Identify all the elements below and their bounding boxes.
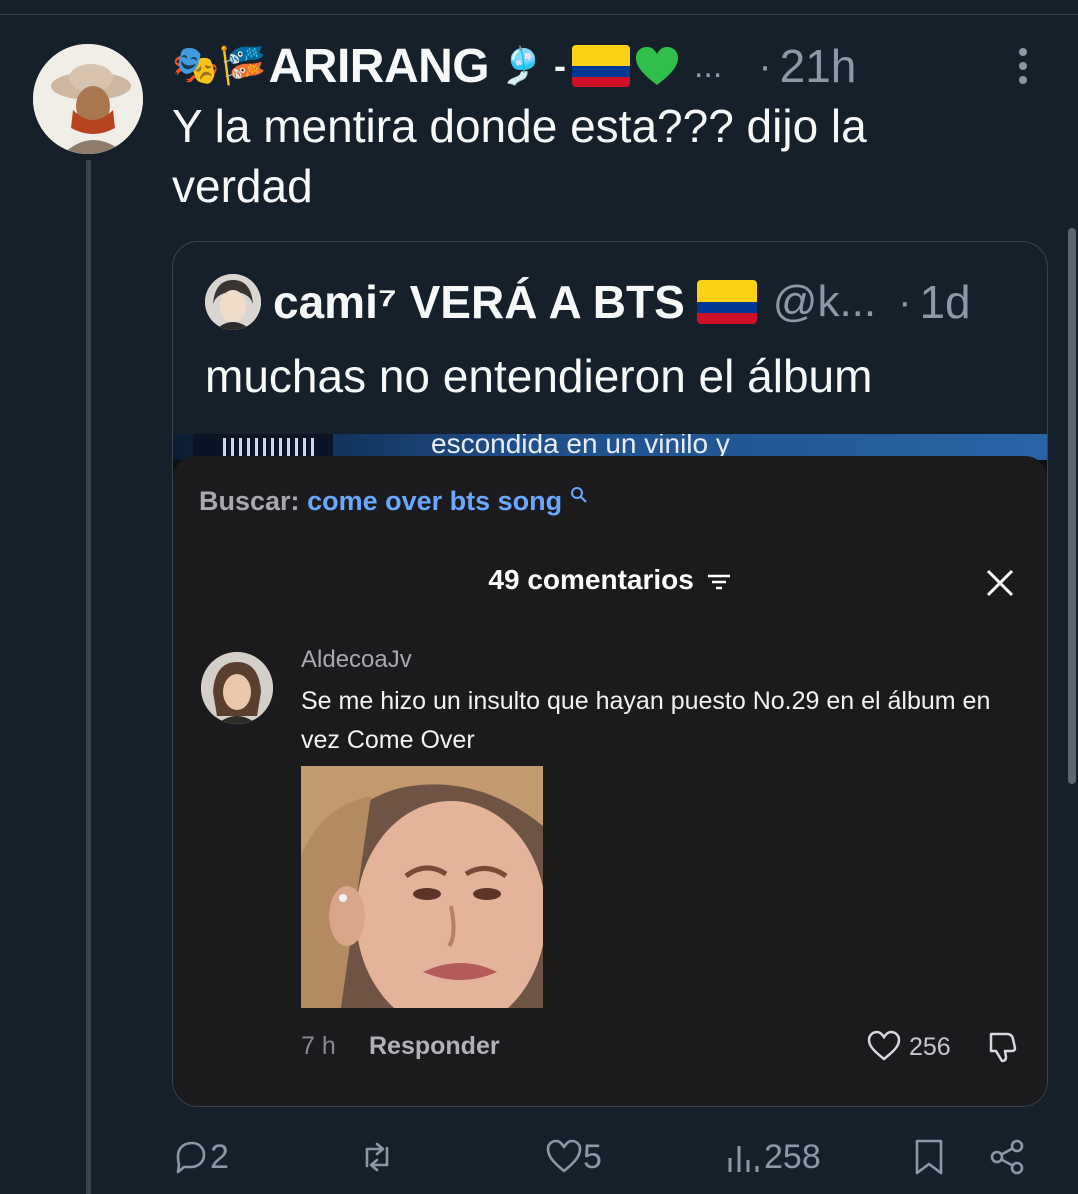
quoted-tweet-text: muchas no entendieron el álbum	[205, 350, 873, 402]
like-button[interactable]: 5	[545, 1130, 602, 1184]
search-suggestion: Buscar: come over bts song	[199, 486, 588, 517]
more-options-icon[interactable]	[1012, 46, 1034, 86]
comment-username: AldecoaJv	[301, 646, 412, 673]
quoted-tweet-card[interactable]: cami⁷ VERÁ A BTS @k... · 1d muchas no en…	[172, 241, 1048, 1107]
comment-text: Se me hizo un insulto que hayan puesto N…	[301, 687, 991, 754]
author-avatar[interactable]	[33, 44, 143, 154]
commenter-avatar	[201, 652, 273, 724]
tweet-header: 🎭🎏 ARIRANG 🎐 - ... · 21h	[172, 38, 856, 94]
quoted-author-name: cami⁷ VERÁ A BTS	[273, 276, 685, 328]
quoted-tweet-header: cami⁷ VERÁ A BTS @k... · 1d	[273, 272, 971, 332]
reply-icon	[176, 1141, 206, 1174]
heart-icon	[546, 1139, 582, 1173]
comment-dislike-icon	[989, 1032, 1017, 1063]
author-display-name[interactable]: ARIRANG	[269, 39, 490, 94]
share-icon	[990, 1139, 1024, 1175]
comment-like-icon	[867, 1030, 901, 1061]
comment-time: 7 h	[301, 1032, 336, 1060]
bookmark-icon	[915, 1139, 943, 1175]
close-icon	[986, 569, 1014, 597]
time-separator: ·	[898, 279, 912, 324]
page-scrollbar[interactable]	[1068, 228, 1076, 784]
repost-button[interactable]	[358, 1130, 396, 1184]
quoted-author-avatar	[205, 274, 261, 330]
search-icon	[570, 487, 587, 503]
sort-filter-icon	[707, 574, 730, 589]
top-divider	[0, 14, 1078, 15]
thread-connector-line	[86, 160, 91, 1194]
name-truncation: ...	[693, 46, 723, 85]
comments-panel: Buscar: come over bts song 49 comentario…	[173, 456, 1047, 1106]
colombia-flag-icon	[696, 280, 757, 324]
like-count: 5	[583, 1137, 602, 1176]
tweet-text: Y la mentira donde esta??? dijo la verda…	[172, 96, 1032, 216]
comments-count: 49 comentarios	[488, 564, 694, 595]
quoted-tweet-time: 1d	[919, 276, 971, 328]
comment-reply-button: Responder	[369, 1032, 500, 1060]
colombia-flag-icon	[571, 45, 630, 87]
comments-title: 49 comentarios	[173, 564, 1047, 596]
quoted-author-handle: @k...	[772, 277, 877, 326]
views-button[interactable]: 258	[726, 1130, 821, 1184]
emoji-suffix: 🎐 -	[499, 45, 566, 86]
tweet-time[interactable]: 21h	[780, 39, 857, 93]
emoji-prefix: 🎭🎏	[172, 45, 267, 87]
repost-icon	[365, 1142, 389, 1172]
comment-reaction-image	[301, 766, 543, 1008]
tweet-text-line: Y la mentira donde esta??? dijo la	[172, 100, 867, 152]
tweet-text-line: verdad	[172, 160, 313, 212]
time-separator: ·	[758, 43, 772, 88]
search-query-link: come over bts song	[307, 486, 563, 516]
reply-count: 2	[210, 1137, 229, 1176]
comment-like-count: 256	[909, 1033, 951, 1061]
bookmark-button[interactable]	[910, 1130, 948, 1184]
view-count: 258	[764, 1137, 821, 1176]
quoted-media-screenshot[interactable]: escondida en un vinilo y Buscar: come ov…	[173, 434, 1047, 1106]
green-heart-icon	[635, 47, 678, 85]
reply-button[interactable]: 2	[172, 1130, 229, 1184]
share-button[interactable]	[988, 1130, 1026, 1184]
search-label: Buscar:	[199, 486, 300, 516]
analytics-icon	[728, 1146, 759, 1172]
